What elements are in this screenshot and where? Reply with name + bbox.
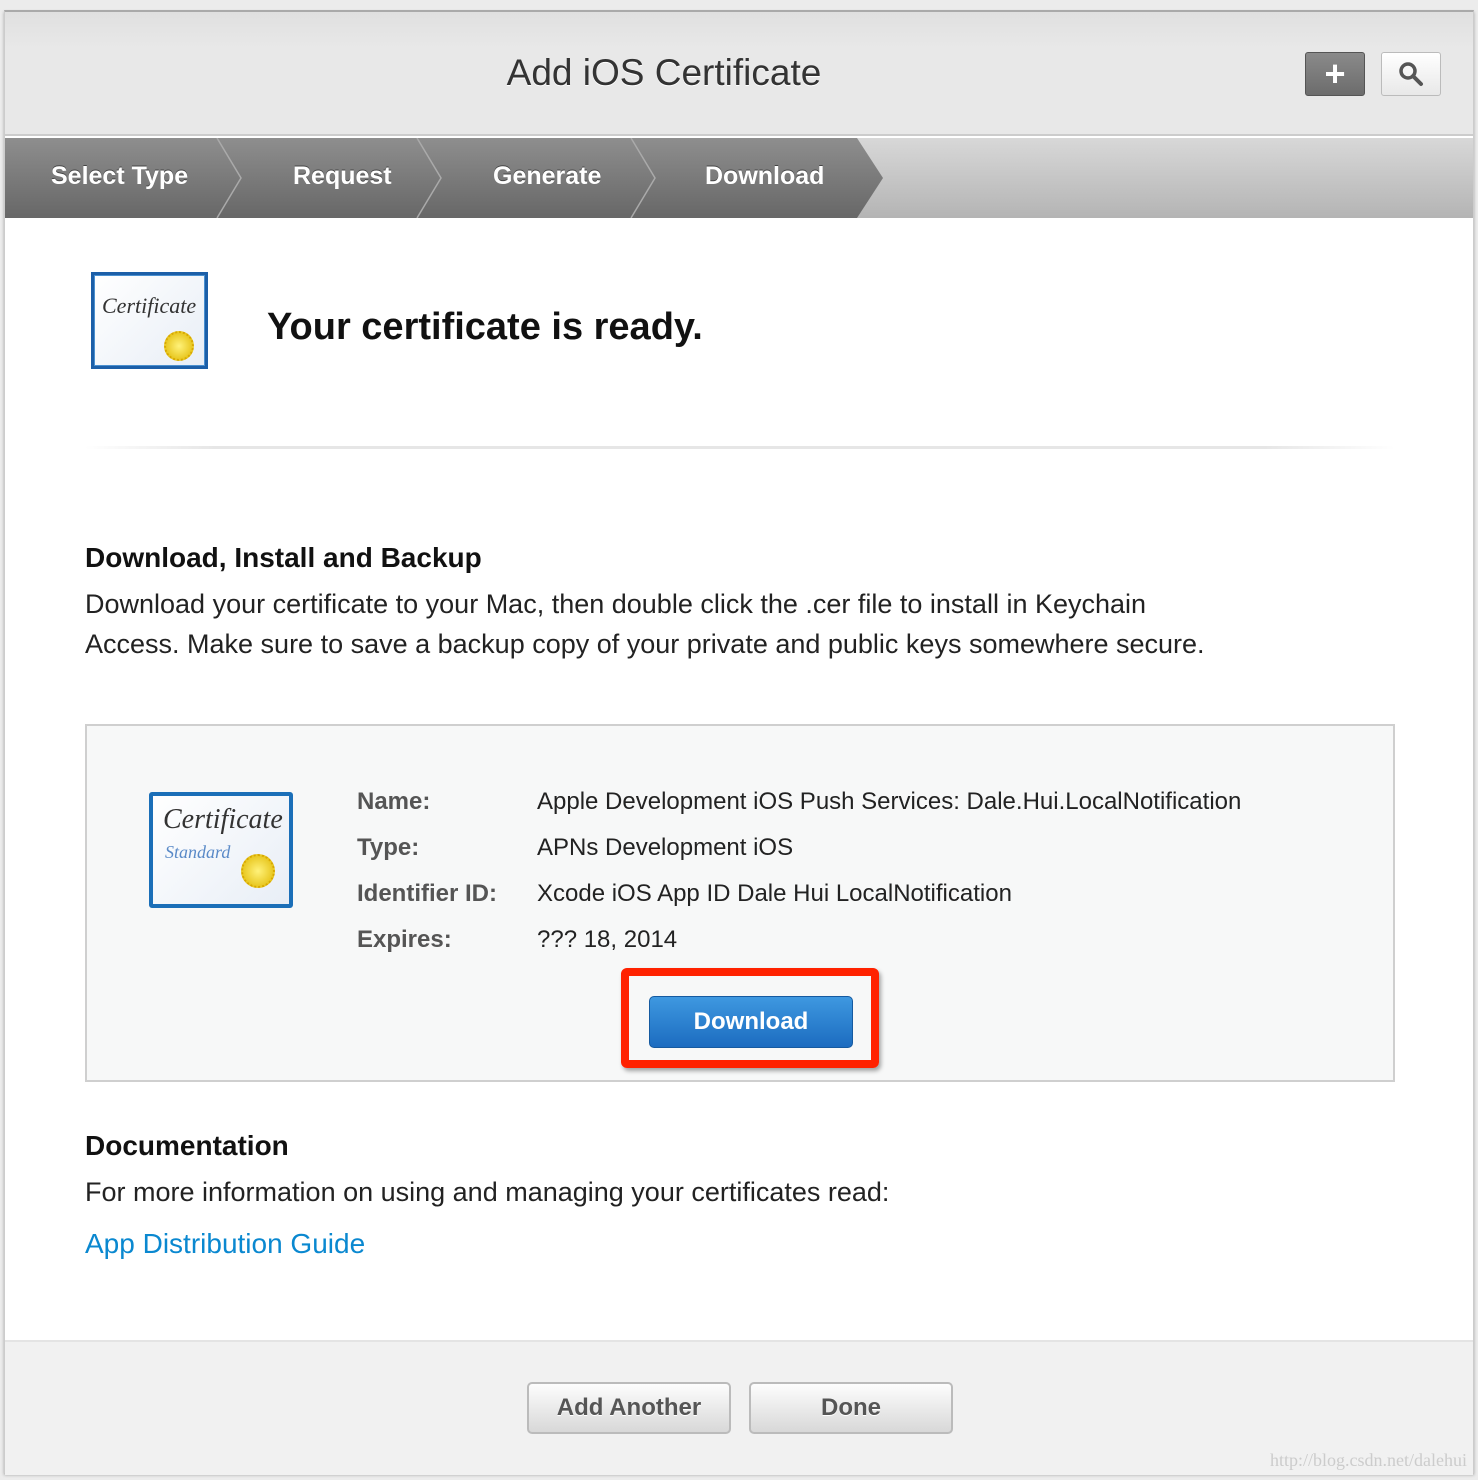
install-text-1: Download your certificate to your Mac, t…: [85, 589, 1147, 619]
main-content: Certificate Your certificate is ready. D…: [5, 218, 1473, 1340]
app-distribution-guide-link[interactable]: App Distribution Guide: [85, 1228, 365, 1260]
progress-steps: Select Type Request Generate Download: [5, 138, 1473, 218]
certificate-icon: Certificate: [91, 272, 208, 369]
install-heading: Download, Install and Backup: [85, 542, 482, 573]
download-button[interactable]: Download: [649, 996, 853, 1048]
step-select-type: Select Type: [51, 162, 189, 190]
footer: Add Another Done http://blog.csdn.net/da…: [5, 1340, 1473, 1475]
step-download: Download: [705, 162, 825, 190]
certificate-details: Certificate Standard Name: Apple Developm…: [85, 724, 1395, 1082]
divider: [85, 446, 1395, 449]
search-icon: [1399, 62, 1423, 86]
documentation-text: For more information on using and managi…: [85, 1177, 890, 1207]
header: Add iOS Certificate +: [5, 12, 1473, 136]
documentation-heading: Documentation: [85, 1130, 289, 1161]
install-text-2: Access. Make sure to save a backup copy …: [85, 629, 1205, 659]
ready-heading: Your certificate is ready.: [267, 306, 703, 348]
add-another-button[interactable]: Add Another: [527, 1382, 731, 1434]
done-button[interactable]: Done: [749, 1382, 953, 1434]
add-button[interactable]: +: [1305, 52, 1365, 96]
page-title: Add iOS Certificate: [506, 52, 822, 93]
step-generate: Generate: [493, 162, 602, 190]
plus-icon: +: [1324, 53, 1346, 94]
certificate-window: Add iOS Certificate + Select Type Reques…: [4, 10, 1474, 1475]
search-button[interactable]: [1381, 52, 1441, 96]
step-request: Request: [293, 162, 392, 190]
watermark: http://blog.csdn.net/dalehui: [1270, 1450, 1467, 1470]
certificate-standard-icon: Certificate Standard: [149, 792, 293, 908]
